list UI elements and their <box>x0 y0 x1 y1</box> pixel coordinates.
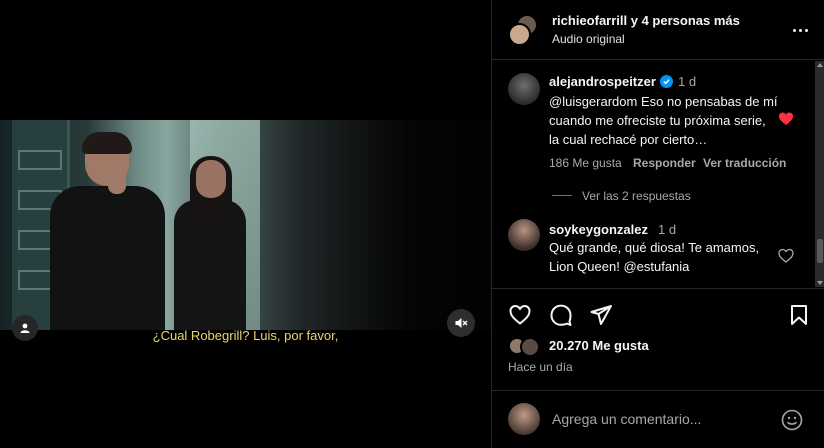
person-icon <box>20 323 30 333</box>
comments-scrollbar[interactable] <box>815 61 824 287</box>
scroll-up-arrow[interactable] <box>817 63 823 67</box>
like-button[interactable] <box>508 303 532 327</box>
video-player[interactable]: ¿Cual Robegrill? Luis, por favor, <box>0 0 491 448</box>
video-scene-woman <box>168 156 248 330</box>
replies-divider <box>552 195 572 196</box>
send-icon <box>590 305 612 325</box>
clipped-comment-meta <box>549 281 789 287</box>
bookmark-icon <box>791 305 807 325</box>
comments-list[interactable]: alejandrospeitzer 1 d @luisgerardom Eso … <box>492 61 824 287</box>
author-avatars[interactable] <box>508 14 540 46</box>
save-button[interactable] <box>787 303 811 327</box>
mute-button[interactable] <box>447 309 475 337</box>
translate-button[interactable]: Ver traducción <box>703 156 786 170</box>
more-options-button[interactable] <box>790 20 810 40</box>
post-header: richieofarrill y 4 personas más Audio or… <box>492 0 824 60</box>
video-subtitle: ¿Cual Robegrill? Luis, por favor, <box>152 328 339 343</box>
avatar <box>508 403 540 435</box>
avatar[interactable] <box>508 23 531 46</box>
comment-time[interactable]: 1 d <box>678 74 696 89</box>
view-replies-button[interactable]: Ver las 2 respuestas <box>582 189 691 203</box>
comment-avatar[interactable] <box>508 73 540 105</box>
comment-avatar[interactable] <box>508 219 540 251</box>
share-button[interactable] <box>589 303 613 327</box>
verified-badge-icon <box>660 75 673 88</box>
add-comment-bar <box>492 390 824 448</box>
likes-count[interactable]: 20.270 Me gusta <box>549 338 649 353</box>
avatar[interactable] <box>520 337 540 357</box>
post-authors[interactable]: richieofarrill y 4 personas más <box>552 13 740 28</box>
more-horizontal-icon <box>792 28 808 32</box>
scroll-down-arrow[interactable] <box>817 281 823 285</box>
emoji-button[interactable] <box>780 408 804 432</box>
post-side-panel: richieofarrill y 4 personas más Audio or… <box>491 0 824 448</box>
video-scene-shadow <box>311 120 491 330</box>
comment-likes[interactable]: 186 Me gusta <box>549 156 622 170</box>
tagged-users-button[interactable] <box>12 315 38 341</box>
heart-filled-icon <box>779 112 793 125</box>
liked-by-avatars[interactable] <box>508 337 544 357</box>
comment-username[interactable]: soykeygonzalez <box>549 222 648 237</box>
video-scene-man <box>50 132 165 330</box>
audio-label[interactable]: Audio original <box>552 32 625 46</box>
post-timestamp[interactable]: Hace un día <box>508 360 573 374</box>
video-frame[interactable] <box>0 120 491 330</box>
comment-input[interactable] <box>552 409 772 429</box>
scrollbar-thumb[interactable] <box>817 239 823 263</box>
heart-icon <box>509 304 531 325</box>
heart-icon <box>778 248 794 263</box>
comment-icon <box>550 304 572 326</box>
comment-like-button[interactable] <box>778 111 794 127</box>
reply-button[interactable]: Responder <box>633 156 696 170</box>
comment-text: Qué grande, qué diosa! Te amamos, Lion Q… <box>549 240 760 274</box>
comment-time[interactable]: 1 d <box>658 222 676 237</box>
emoji-icon <box>781 409 803 431</box>
comment-like-button[interactable] <box>778 248 794 264</box>
comment-username[interactable]: alejandrospeitzer <box>549 74 656 89</box>
comment-button[interactable] <box>549 303 573 327</box>
comment-text: @luisgerardom Eso no pensabas de mí cuan… <box>549 94 778 147</box>
speaker-muted-icon <box>455 318 468 328</box>
